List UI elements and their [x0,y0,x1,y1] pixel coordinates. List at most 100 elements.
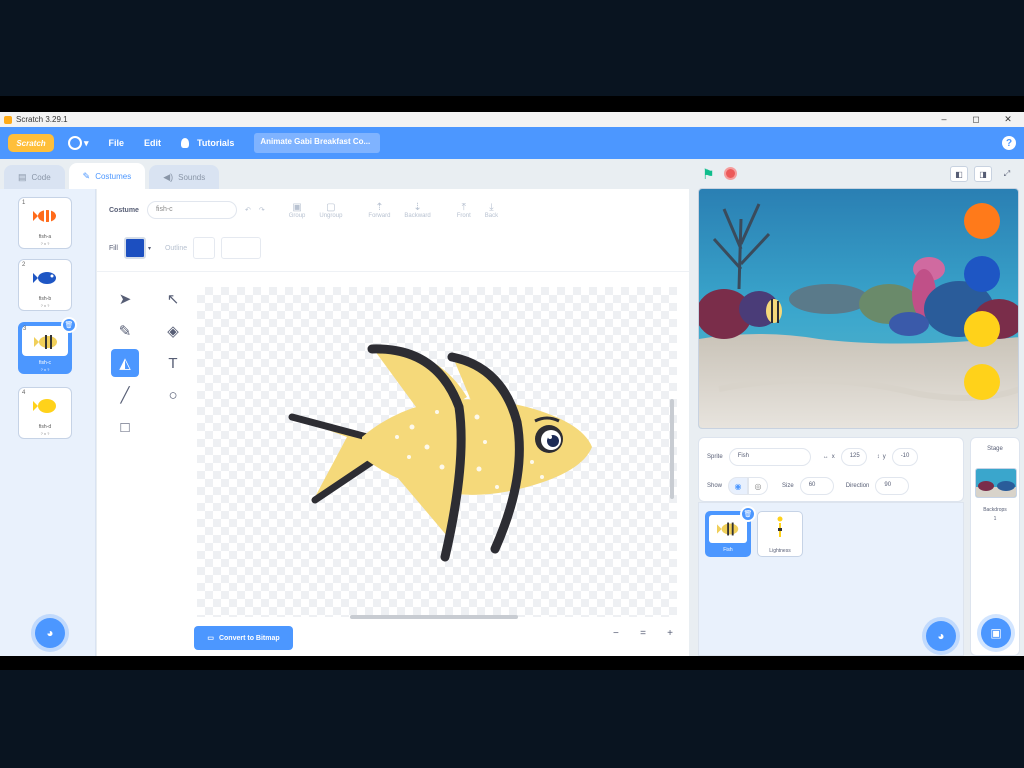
stage-header: ⚑ ◧ ◨ ⤢ [698,160,1024,188]
ungroup-button[interactable]: ▢ Ungroup [319,202,342,219]
fill-tool[interactable]: ◭ [111,349,139,377]
zoom-in-button[interactable]: + [667,628,673,639]
small-stage-button[interactable]: ◧ [950,166,968,182]
text-tool[interactable]: T [159,349,187,377]
fullscreen-icon[interactable]: ⤢ [998,166,1016,182]
window-controls: – ◻ ✕ [928,114,1024,125]
direction-input[interactable]: 90 [875,477,910,495]
tab-sounds[interactable]: ◀) Sounds [149,165,220,189]
forward-button[interactable]: ⇡ Forward [368,202,390,219]
costume-name-input[interactable]: fish-c [146,201,237,219]
fill-toolbar: Fill ▾ Outline [109,237,262,259]
zoom-controls: − = + [613,628,673,639]
cat-icon: ◕ [937,629,945,643]
stage-canvas[interactable] [698,188,1019,429]
backward-button[interactable]: ⇣ Backward [404,202,430,219]
front-button[interactable]: ⤒ Front [457,202,471,219]
stop-icon[interactable] [724,167,737,180]
drawing-canvas[interactable] [197,287,677,617]
y-input[interactable]: -10 [891,448,918,466]
vertical-scrollbar[interactable] [670,399,674,499]
costume-size: ? x ? [40,431,50,436]
select-tool[interactable]: ➤ [111,285,139,313]
tutorials-menu[interactable]: Tutorials [181,138,234,148]
outline-color-swatch[interactable] [193,237,216,259]
maximize-button[interactable]: ◻ [960,114,992,125]
undo-icon[interactable]: ↶ [245,206,251,214]
size-input[interactable]: 60 [799,477,834,495]
scratch-logo[interactable]: Scratch [8,134,54,152]
delete-sprite-icon[interactable]: 🗑 [740,506,756,522]
show-hidden-button[interactable]: ◎ [748,477,769,495]
eraser-tool[interactable]: ◈ [159,317,187,345]
chevron-down-icon: ▾ [84,137,89,148]
editor-tabs: ▤ Code ✎ Costumes ◀) Sounds [0,159,690,189]
close-button[interactable]: ✕ [992,114,1024,125]
minimize-button[interactable]: – [928,114,960,125]
zoom-out-button[interactable]: − [613,628,619,639]
edit-menu[interactable]: Edit [144,138,161,148]
x-input[interactable]: 125 [840,448,867,466]
tab-costumes-label: Costumes [95,171,132,181]
fill-color-swatch[interactable] [123,237,146,259]
rectangle-tool[interactable]: □ [111,413,139,441]
convert-label: Convert to Bitmap [218,634,280,642]
help-button[interactable]: ? [1002,136,1016,150]
costume-name: fish-d [38,424,52,430]
back-button[interactable]: ⤓ Back [485,202,498,219]
backdrops-label: Backdrops [983,507,1007,513]
fish-thumbnail-icon [33,210,56,222]
fish-thumbnail-icon [717,522,739,536]
delete-costume-icon[interactable]: 🗑 [61,317,77,333]
convert-to-bitmap-button[interactable]: ▭ Convert to Bitmap [194,626,293,650]
forward-icon: ⇡ [375,201,384,213]
sprite-tile-lightness[interactable]: Lightness [757,511,803,557]
fish-sprite [766,299,782,323]
stage-selector-panel[interactable]: Stage Backdrops 1 ▣ [970,437,1020,656]
zoom-reset-button[interactable]: = [640,628,646,639]
sprite-name-input[interactable]: Fish [728,448,811,466]
file-menu[interactable]: File [109,138,125,148]
sprite-tile-fish[interactable]: Fish 🗑 [705,506,756,557]
speaker-icon: ◀) [163,171,174,182]
costume-size: ? x ? [40,367,50,372]
choose-backdrop-button[interactable]: ▣ [981,618,1011,648]
reshape-tool[interactable]: ↖ [159,285,187,313]
costume-item-2[interactable]: 2 fish-b ? x ? [18,259,72,311]
x-arrows-icon: ↔ [822,454,829,460]
scratch-window: Scratch 3.29.1 – ◻ ✕ Scratch ▾ File Edit… [0,112,1024,656]
globe-icon [68,136,82,150]
horizontal-scrollbar[interactable] [350,615,518,619]
group-button[interactable]: ▣ Group [289,202,306,219]
green-flag-icon[interactable]: ⚑ [702,166,715,183]
tab-costumes[interactable]: ✎ Costumes [68,163,146,189]
choose-sprite-button[interactable]: ◕ [926,621,956,651]
stage-thumbnail [975,468,1017,498]
sprite-name: Lightness [769,548,791,554]
choose-costume-button[interactable]: ◕ [35,618,65,648]
costume-item-1[interactable]: 1 fish-a ? x ? [18,197,72,249]
show-visible-button[interactable]: ◉ [728,477,749,495]
costume-name: fish-a [38,234,52,240]
backdrops-info: Backdrops 1 [971,506,1019,524]
divider [97,271,689,272]
language-menu[interactable]: ▾ [68,136,89,150]
front-icon: ⤒ [461,201,466,213]
sprite-name: Fish [723,547,733,553]
costume-name: fish-c [39,360,51,366]
costume-list: 1 fish-a ? x ? 2 fish-b ? x ? 3 fish-c ?… [0,189,96,656]
costume-item-3[interactable]: 3 fish-c ? x ? 🗑 [18,317,77,374]
circle-tool[interactable]: ○ [159,381,187,409]
tab-code[interactable]: ▤ Code [4,165,65,189]
large-stage-button[interactable]: ◨ [974,166,992,182]
costume-toolbar: Costume fish-c ↶ ↷ ▣ Group ▢ Ungroup ⇡ F… [109,201,498,219]
line-tool[interactable]: ╱ [111,381,139,409]
outline-width-input[interactable] [221,237,262,259]
y-arrows-icon: ↕ [876,454,880,460]
window-title: Scratch 3.29.1 [16,115,68,124]
tab-code-label: Code [31,172,51,182]
project-title-input[interactable]: Animate Gabi Breakfast Co... [254,133,381,153]
brush-tool[interactable]: ✎ [111,317,139,345]
costume-item-4[interactable]: 4 fish-d ? x ? [18,387,72,439]
redo-icon[interactable]: ↷ [259,206,265,214]
